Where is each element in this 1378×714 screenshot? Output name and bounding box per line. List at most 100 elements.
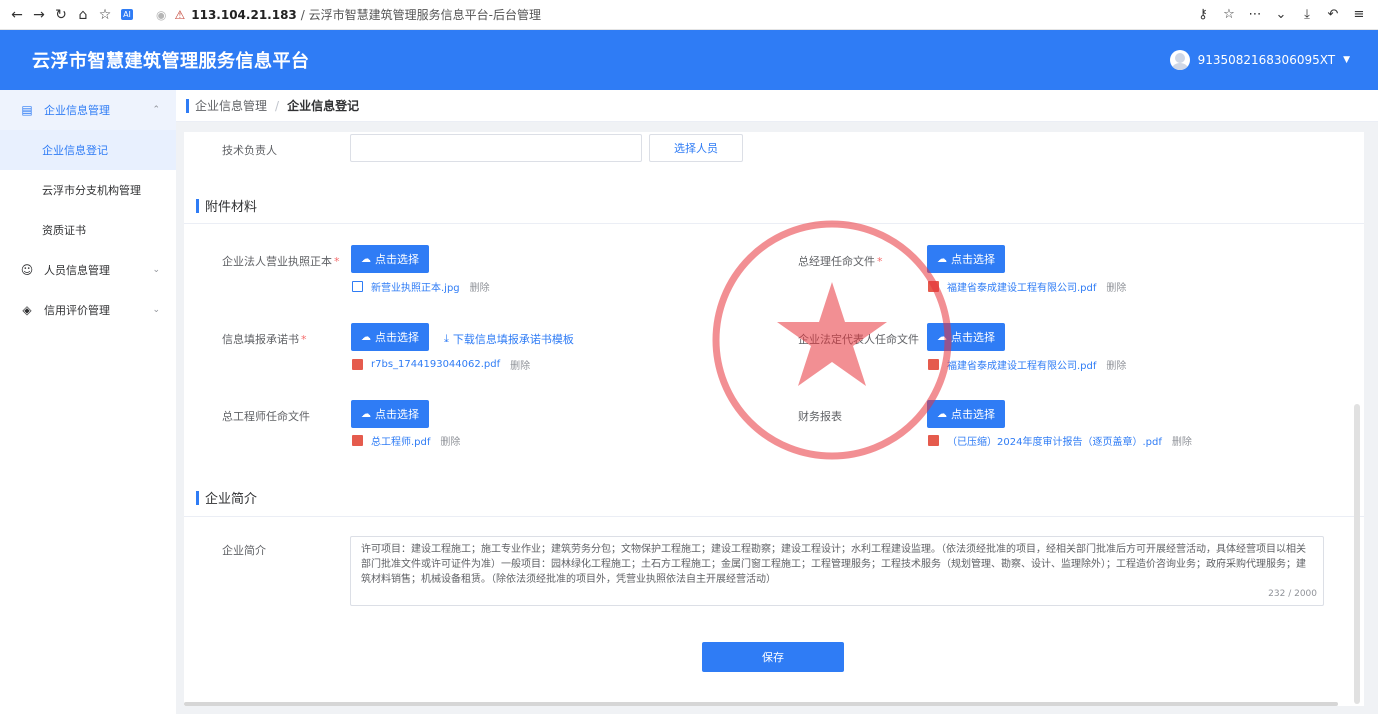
pdf-file-icon	[352, 435, 363, 446]
file-item-financial-report: （已压缩）2024年度审计报告（逐页盖章）.pdf 删除	[928, 433, 1192, 448]
file-name-link[interactable]: 福建省泰成建设工程有限公司.pdf	[947, 357, 1096, 372]
profile-label: 企业简介	[222, 544, 266, 557]
upload-button-legal-rep-appointment[interactable]: ☁ 点击选择	[927, 323, 1005, 351]
file-item-commitment: r7bs_1744193044062.pdf 删除	[352, 357, 530, 372]
user-name: 9135082168306095XT	[1197, 53, 1336, 67]
reload-icon[interactable]: ↻	[50, 4, 72, 26]
key-icon[interactable]: ⚷	[1192, 4, 1214, 26]
sidebar-group-personnel[interactable]: ☺ 人员信息管理 ⌄	[0, 250, 176, 290]
sidebar: ▤ 企业信息管理 ⌃ 企业信息登记 云浮市分支机构管理 资质证书 ☺ 人员信息管…	[0, 90, 176, 714]
bookmark-icon[interactable]: ☆	[1218, 4, 1240, 26]
sidebar-group-enterprise[interactable]: ▤ 企业信息管理 ⌃	[0, 90, 176, 130]
sidebar-group-credit[interactable]: ◈ 信用评价管理 ⌄	[0, 290, 176, 330]
file-name-link[interactable]: （已压缩）2024年度审计报告（逐页盖章）.pdf	[947, 433, 1162, 448]
chevron-up-icon: ⌃	[152, 105, 160, 115]
horizontal-scrollbar[interactable]	[184, 702, 1338, 706]
upload-button-chief-engineer[interactable]: ☁ 点击选择	[351, 400, 429, 428]
attachment-label-chief-engineer: 总工程师任命文件	[222, 410, 310, 423]
ai-icon[interactable]: AI	[116, 4, 138, 26]
caret-down-icon: ▼	[1343, 55, 1350, 65]
pdf-file-icon	[928, 359, 939, 370]
attachment-label-commitment: 信息填报承诺书 *	[222, 333, 307, 346]
sidebar-item-enterprise-register[interactable]: 企业信息登记	[0, 130, 176, 170]
cloud-upload-icon: ☁	[361, 253, 371, 265]
shield-icon: ◈	[22, 303, 32, 317]
delete-file-link[interactable]: 删除	[510, 357, 530, 372]
address-bar[interactable]: ◉ ⚠ 113.104.21.183 / 云浮市智慧建筑管理服务信息平台-后台管…	[156, 6, 541, 23]
sidebar-group-label: 信用评价管理	[44, 304, 110, 317]
breadcrumb: 企业信息管理 / 企业信息登记	[176, 90, 1378, 122]
chevron-down-icon: ⌄	[152, 265, 160, 275]
delete-file-link[interactable]: 删除	[1106, 279, 1126, 294]
section-title-text: 附件材料	[205, 200, 258, 215]
upload-button-gm-appointment[interactable]: ☁ 点击选择	[927, 245, 1005, 273]
save-button[interactable]: 保存	[702, 642, 844, 672]
undo-icon[interactable]: ↶	[1322, 4, 1344, 26]
cloud-upload-icon: ☁	[937, 253, 947, 265]
file-item-gm-appointment: 福建省泰成建设工程有限公司.pdf 删除	[928, 279, 1126, 294]
profile-text: 许可项目：建设工程施工；施工专业作业；建筑劳务分包；文物保护工程施工；建设工程勘…	[361, 544, 1306, 585]
file-name-link[interactable]: r7bs_1744193044062.pdf	[371, 359, 500, 370]
char-counter: 232 / 2000	[1268, 589, 1317, 599]
dropdown-icon[interactable]: ⌄	[1270, 4, 1292, 26]
cloud-upload-icon: ☁	[937, 408, 947, 420]
user-icon: ☺	[20, 263, 34, 277]
download-icon: ⤓	[444, 332, 449, 345]
pdf-file-icon	[928, 435, 939, 446]
delete-file-link[interactable]: 删除	[1106, 357, 1126, 372]
delete-file-link[interactable]: 删除	[1172, 433, 1192, 448]
sidebar-item-branch-management[interactable]: 云浮市分支机构管理	[0, 170, 176, 210]
delete-file-link[interactable]: 删除	[440, 433, 460, 448]
avatar	[1169, 50, 1190, 70]
file-item-chief-engineer: 总工程师.pdf 删除	[352, 433, 460, 448]
select-person-button[interactable]: 选择人员	[649, 134, 743, 162]
attachment-label-business-license: 企业法人营业执照正本 *	[222, 255, 340, 268]
sidebar-item-certificates[interactable]: 资质证书	[0, 210, 176, 250]
upload-button-financial-report[interactable]: ☁ 点击选择	[927, 400, 1005, 428]
breadcrumb-current: 企业信息登记	[287, 99, 360, 113]
attachments-section-title: 附件材料	[196, 196, 257, 215]
section-accent	[196, 490, 199, 505]
file-name-link[interactable]: 总工程师.pdf	[371, 433, 430, 448]
breadcrumb-parent[interactable]: 企业信息管理	[195, 97, 267, 114]
chevron-down-icon: ⌄	[152, 305, 160, 315]
browser-toolbar: ← → ↻ ⌂ ☆ AI ◉ ⚠ 113.104.21.183 / 云浮市智慧建…	[0, 0, 1378, 30]
upload-button-business-license[interactable]: ☁ 点击选择	[351, 245, 429, 273]
pdf-file-icon	[928, 281, 939, 292]
home-icon[interactable]: ⌂	[72, 4, 94, 26]
insecure-icon: ⚠	[174, 7, 186, 22]
sidebar-group-label: 人员信息管理	[44, 264, 110, 277]
profile-section-title: 企业简介	[196, 488, 257, 507]
tech-lead-input[interactable]	[350, 134, 642, 162]
pdf-file-icon	[352, 359, 363, 370]
site-info-icon[interactable]: ◉	[156, 8, 166, 22]
profile-textarea[interactable]: 许可项目：建设工程施工；施工专业作业；建筑劳务分包；文物保护工程施工；建设工程勘…	[350, 536, 1324, 606]
section-divider	[184, 223, 1364, 224]
menu-icon[interactable]: ≡	[1348, 4, 1370, 26]
tech-lead-label: 技术负责人	[222, 144, 277, 157]
forward-icon[interactable]: →	[28, 4, 50, 26]
upload-button-commitment[interactable]: ☁ 点击选择	[351, 323, 429, 351]
vertical-scrollbar[interactable]	[1354, 404, 1360, 704]
download-template-link[interactable]: ⤓ 下载信息填报承诺书模板	[444, 331, 574, 347]
breadcrumb-accent	[186, 98, 189, 113]
attachment-label-legal-rep-appointment: 企业法定代表人任命文件	[798, 333, 919, 346]
star-icon[interactable]: ☆	[94, 4, 116, 26]
attachment-label-financial-report: 财务报表	[798, 410, 842, 423]
back-icon[interactable]: ←	[6, 4, 28, 26]
download-icon[interactable]: ⤓	[1296, 4, 1318, 26]
file-name-link[interactable]: 新营业执照正本.jpg	[371, 279, 460, 294]
section-accent	[196, 198, 199, 213]
file-name-link[interactable]: 福建省泰成建设工程有限公司.pdf	[947, 279, 1096, 294]
file-item-legal-rep-appointment: 福建省泰成建设工程有限公司.pdf 删除	[928, 357, 1126, 372]
cloud-upload-icon: ☁	[361, 408, 371, 420]
section-divider	[184, 516, 1364, 517]
section-title-text: 企业简介	[205, 492, 258, 507]
sidebar-group-label: 企业信息管理	[44, 104, 110, 117]
url-title: / 云浮市智慧建筑管理服务信息平台-后台管理	[300, 8, 541, 22]
more-icon[interactable]: ⋯	[1244, 4, 1266, 26]
form-panel: 技术负责人 选择人员 附件材料 企业法人营业执照正本 * ☁ 点击选择 新营业执照正…	[184, 132, 1364, 706]
user-menu[interactable]: 9135082168306095XT ▼	[1169, 50, 1350, 70]
attachment-label-gm-appointment: 总经理任命文件 *	[798, 255, 883, 268]
delete-file-link[interactable]: 删除	[470, 279, 490, 294]
